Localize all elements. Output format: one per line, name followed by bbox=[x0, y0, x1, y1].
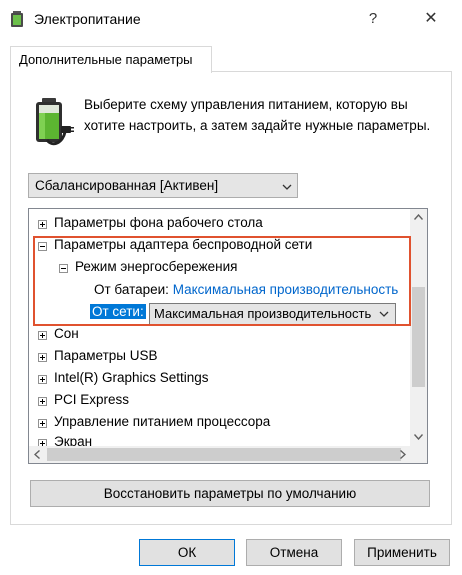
horizontal-scrollbar[interactable] bbox=[29, 446, 411, 463]
tree-item-desktop-background[interactable]: Параметры фона рабочего стола bbox=[54, 212, 263, 234]
tree-item-sleep[interactable]: Сон bbox=[54, 323, 79, 345]
expand-icon[interactable] bbox=[38, 220, 47, 229]
window-title: Электропитание bbox=[34, 11, 141, 27]
scroll-down-icon[interactable] bbox=[414, 434, 423, 440]
battery-app-icon bbox=[11, 11, 23, 27]
power-scheme-dropdown[interactable]: Сбалансированная [Активен] bbox=[28, 173, 298, 198]
scroll-corner bbox=[410, 446, 427, 463]
expand-icon[interactable] bbox=[38, 331, 47, 340]
apply-button[interactable]: Применить bbox=[354, 539, 450, 566]
tree-item-pci-express[interactable]: PCI Express bbox=[54, 389, 129, 411]
chevron-down-icon bbox=[282, 184, 292, 190]
horizontal-scroll-thumb[interactable] bbox=[47, 448, 401, 461]
expand-icon[interactable] bbox=[38, 397, 47, 406]
vertical-scroll-thumb[interactable] bbox=[412, 287, 425, 387]
tab-advanced-settings[interactable]: Дополнительные параметры bbox=[10, 46, 212, 73]
tree-item-processor-power[interactable]: Управление питанием процессора bbox=[54, 411, 270, 433]
close-button[interactable]: ✕ bbox=[414, 6, 448, 32]
scroll-right-icon[interactable] bbox=[400, 450, 406, 459]
help-button[interactable]: ? bbox=[358, 6, 388, 32]
expand-icon[interactable] bbox=[38, 353, 47, 362]
cancel-button[interactable]: Отмена bbox=[246, 539, 342, 566]
power-plan-icon bbox=[36, 98, 74, 146]
description-text: Выберите схему управления питанием, кото… bbox=[84, 97, 431, 133]
tab-label: Дополнительные параметры bbox=[19, 52, 193, 67]
vertical-scrollbar[interactable] bbox=[410, 209, 427, 446]
ok-button[interactable]: ОК bbox=[139, 539, 235, 566]
power-scheme-value: Сбалансированная [Активен] bbox=[35, 178, 219, 193]
highlight-annotation-box bbox=[33, 236, 411, 326]
restore-defaults-button[interactable]: Восстановить параметры по умолчанию bbox=[30, 480, 430, 507]
expand-icon[interactable] bbox=[38, 375, 47, 384]
tree-item-usb[interactable]: Параметры USB bbox=[54, 345, 157, 367]
scroll-left-icon[interactable] bbox=[34, 450, 40, 459]
tree-item-intel-graphics[interactable]: Intel(R) Graphics Settings bbox=[54, 367, 209, 389]
scroll-up-icon[interactable] bbox=[414, 214, 423, 220]
expand-icon[interactable] bbox=[38, 419, 47, 428]
